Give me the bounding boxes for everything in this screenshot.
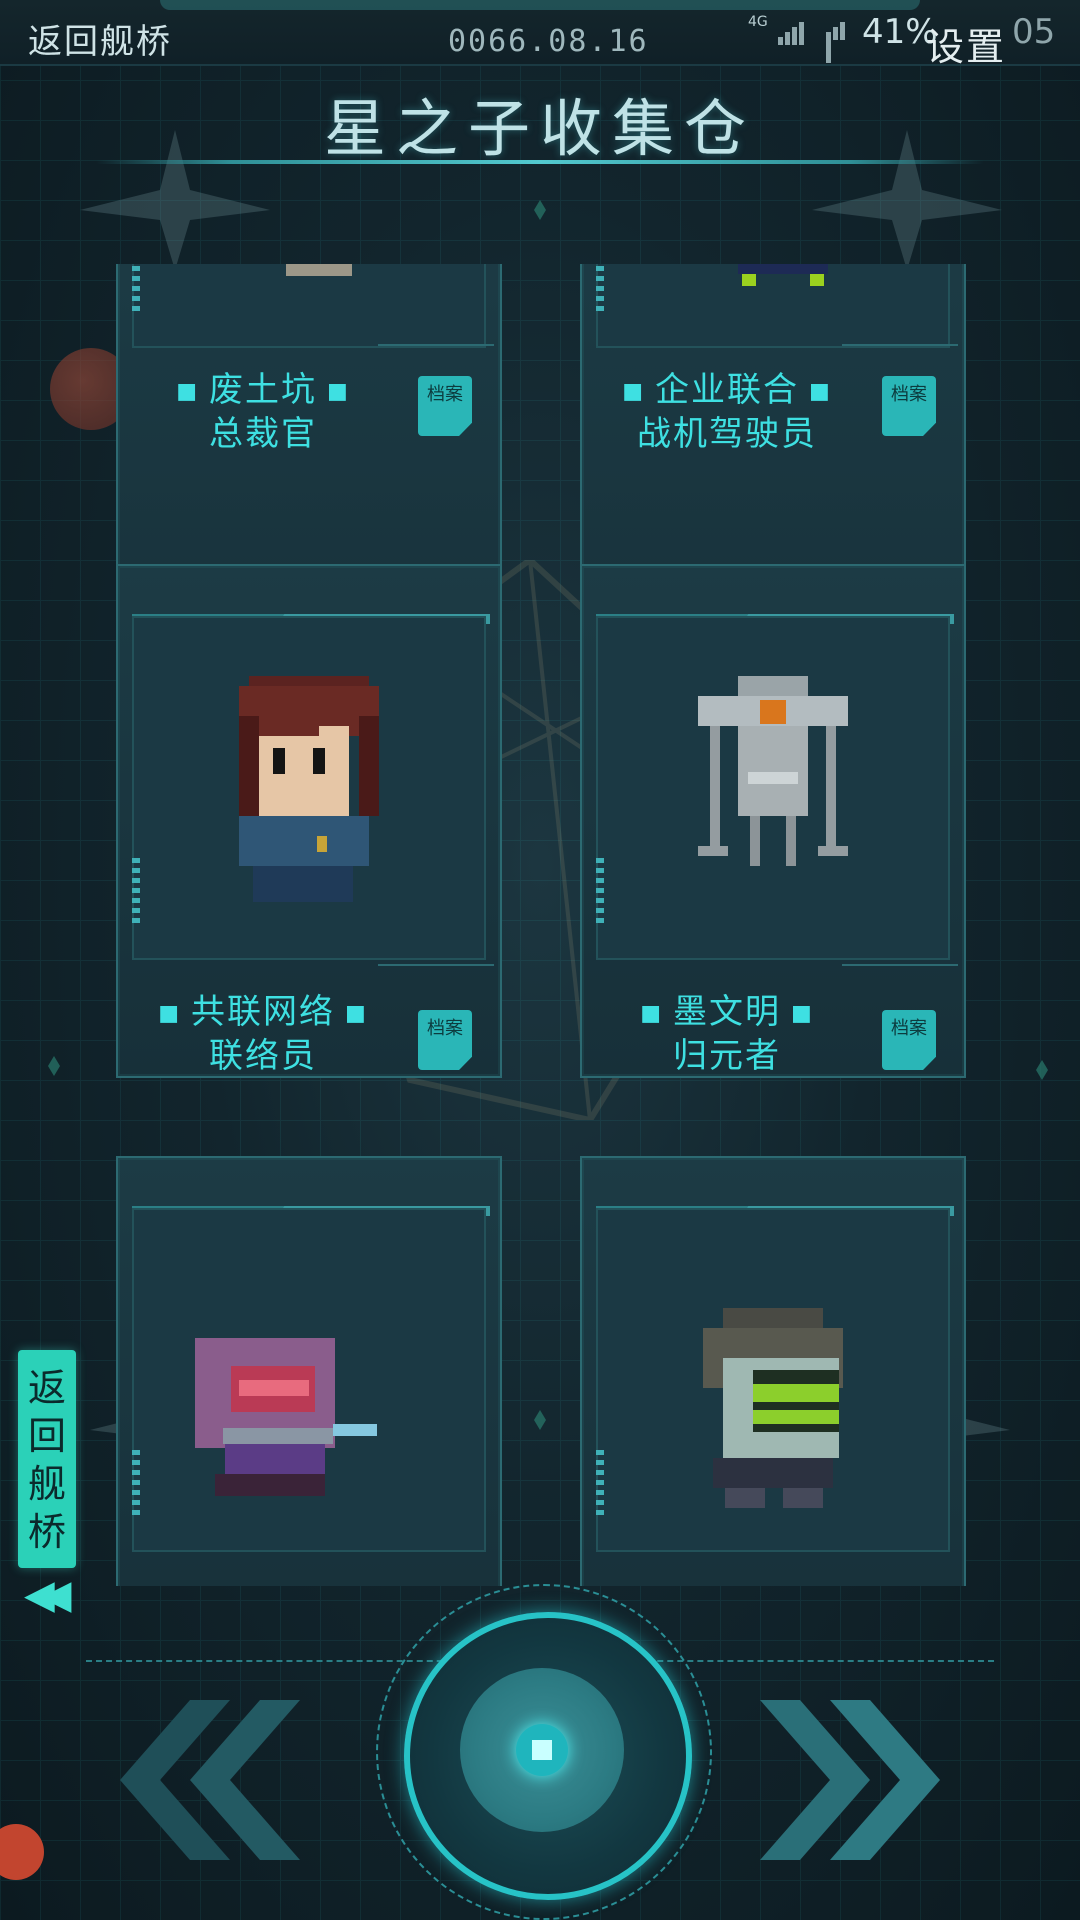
character-card[interactable] bbox=[580, 1156, 966, 1586]
card-edge bbox=[842, 964, 958, 986]
card-faction: ■ 企业联合 ■ bbox=[622, 370, 832, 410]
card-portrait-frame bbox=[596, 264, 950, 348]
page-title: 星之子收集仓 bbox=[323, 92, 756, 165]
previous-page-button[interactable] bbox=[100, 1700, 300, 1860]
button-inner-disc bbox=[460, 1668, 624, 1832]
archive-badge[interactable]: 档案 bbox=[882, 376, 936, 436]
card-faction: ■ 共联网络 ■ bbox=[158, 992, 368, 1032]
clock-fragment: 05 bbox=[1012, 12, 1056, 52]
card-role: 联络员 bbox=[209, 1036, 317, 1076]
character-sprite bbox=[194, 1338, 377, 1496]
card-faction-text: 企业联合 bbox=[655, 370, 799, 410]
archive-badge[interactable]: 档案 bbox=[418, 376, 472, 436]
signal-bars-icon bbox=[826, 22, 848, 63]
collection-grid[interactable]: ■ 废土坑 ■ 总裁官 档案 ■ 企业联合 ■ 战机驾驶员 档案 ■ 共联网络 … bbox=[0, 264, 1080, 1586]
character-sprite bbox=[286, 264, 352, 276]
signal-indicator: 4G bbox=[748, 14, 848, 63]
back-to-bridge-tab-label: 返回舰桥 bbox=[27, 1366, 66, 1554]
card-faction-text: 废土坑 bbox=[209, 370, 317, 410]
signal-bars-icon bbox=[778, 22, 806, 45]
button-core-icon bbox=[516, 1724, 568, 1776]
card-role: 归元者 bbox=[673, 1036, 781, 1076]
character-sprite bbox=[698, 676, 848, 866]
card-portrait-frame bbox=[132, 264, 486, 348]
status-bar: 返回舰桥 0066.08.16 4G 41% 设置 05 bbox=[0, 0, 1080, 69]
archive-badge[interactable]: 档案 bbox=[418, 1010, 472, 1070]
back-to-bridge-tab[interactable]: 返回舰桥 bbox=[18, 1350, 76, 1568]
card-role: 战机驾驶员 bbox=[637, 414, 817, 454]
card-edge bbox=[378, 964, 494, 986]
card-faction-text: 墨文明 bbox=[673, 992, 781, 1032]
character-card[interactable]: ■ 共联网络 ■ 联络员 档案 bbox=[116, 564, 502, 1078]
character-card[interactable]: ■ 墨文明 ■ 归元者 档案 bbox=[580, 564, 966, 1078]
card-faction-text: 共联网络 bbox=[191, 992, 335, 1032]
network-type: 4G bbox=[748, 14, 768, 30]
collapse-arrows-icon[interactable]: ◀◀ bbox=[24, 1572, 71, 1618]
archive-badge[interactable]: 档案 bbox=[882, 1010, 936, 1070]
character-sprite bbox=[239, 676, 379, 902]
card-faction: ■ 废土坑 ■ bbox=[176, 370, 350, 410]
character-card[interactable] bbox=[116, 1156, 502, 1586]
confirm-round-button[interactable] bbox=[376, 1584, 712, 1920]
settings-button[interactable]: 设置 bbox=[926, 16, 1006, 71]
status-bar-accent bbox=[160, 0, 920, 10]
card-role: 总裁官 bbox=[209, 414, 317, 454]
game-date: 0066.08.16 bbox=[448, 24, 649, 59]
title-divider bbox=[96, 160, 984, 164]
character-sprite bbox=[738, 264, 828, 286]
next-page-button[interactable] bbox=[760, 1700, 960, 1860]
card-faction: ■ 墨文明 ■ bbox=[640, 992, 814, 1032]
back-to-bridge-link[interactable]: 返回舰桥 bbox=[28, 14, 172, 63]
character-sprite bbox=[703, 1308, 843, 1508]
